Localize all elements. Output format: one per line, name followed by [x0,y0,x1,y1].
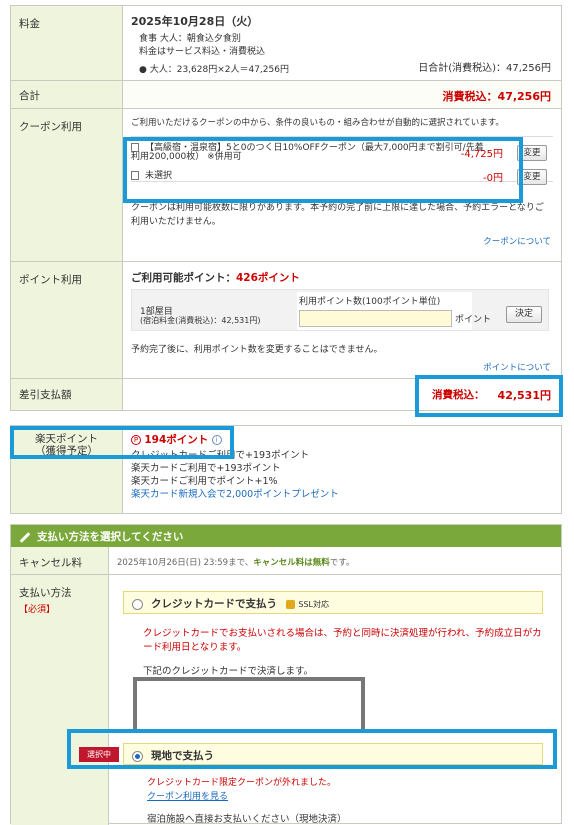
required-mark: 【必須】 [19,605,56,615]
rakuten-line-3: 楽天カードご利用でポイント+1% [131,476,278,487]
credit-note: クレジットカードでお支払いされる場合は、予約と同時に決済処理が行われ、予約成立日… [143,628,542,653]
highlight-coupon [123,137,523,203]
points-box: 1部屋目 (宿泊料金(消費税込)：42,531円) 利用ポイント数(100ポイン… [131,289,549,331]
fee-label: 料金 [11,6,123,80]
local-note: クレジットカード限定クーポンが外れました。 [147,778,337,788]
points-about-link[interactable]: ポイントについて [483,361,551,373]
decide-button[interactable]: 決定 [506,306,542,323]
points-note: 予約完了後に、利用ポイント数を変更することはできません。 [131,345,383,355]
net-label: 差引支払額 [11,379,123,410]
credit-label: クレジットカードで支払う [151,598,277,610]
points-available-value: 426ポイント [236,272,300,284]
ssl-label: SSL対応 [298,600,329,609]
points-row: ポイント利用 ご利用可能ポイント：426ポイント 1部屋目 (宿泊料金(消費税込… [11,262,561,379]
payment-section: 支払い方法を選択してください キャンセル料 2025年10月26日(日) 23:… [10,524,562,825]
points-available-label: ご利用可能ポイント： [131,272,236,284]
coupon-about-link[interactable]: クーポンについて [483,235,551,247]
cancel-row: キャンセル料 2025年10月26日(日) 23:59まで、キャンセル料は無料で… [11,547,561,575]
rakuten-card-link[interactable]: 楽天カード新規入会で2,000ポイントプレゼント [131,488,553,502]
room-price: (宿泊料金(消費税込)：42,531円) [140,316,261,325]
points-label: ポイント利用 [11,262,123,378]
local-desc: 宿泊施設へ直接お支払いください（現地決済） [147,814,347,825]
daily-total: 日合計(消費税込)：47,256円 [418,63,551,74]
card-box [133,677,365,733]
payment-header: 支払い方法を選択してください [11,525,561,547]
lock-icon [286,599,296,609]
highlight-local [67,729,557,769]
total-row: 合計 消費税込：47,256円 [11,81,561,109]
highlight-net [415,375,563,417]
tax-note: 料金はサービス料込・消費税込 [139,47,266,57]
price-table: 料金 2025年10月28日（火） 食事 大人：朝食込夕食別 料金はサービス料込… [10,5,562,411]
coupon-note: クーポンは利用可能枚数に限りがあります。本予約の完了前に上限に達した場合、予約エ… [131,203,544,227]
rakuten-line-2: 楽天カードご利用で+193ポイント [131,463,281,474]
coupon-see-link[interactable]: クーポン利用を見る [147,789,228,802]
pen-icon [19,531,31,543]
points-input[interactable] [299,310,452,327]
points-unit: ポイント [455,315,492,325]
credit-radio[interactable] [132,598,143,610]
total-label: 合計 [11,81,123,108]
adult-calc: 大人：23,628円×2人＝47,256円 [149,65,289,75]
credit-below: 下記のクレジットカードで決済します。 [143,666,314,677]
stay-date: 2025年10月28日（火） [131,15,259,28]
cancel-date: 2025年10月26日(日) 23:59まで、 [117,558,254,568]
cancel-tail: です。 [329,558,355,568]
meal-info: 食事 大人：朝食込夕食別 [139,34,241,44]
coupon-label: クーポン利用 [11,109,123,261]
method-row: 支払い方法 【必須】 クレジットカードで支払う SSL対応 クレジットカードでお… [11,575,561,825]
points-input-label: 利用ポイント数(100ポイント単位) [299,297,441,307]
cancel-free: キャンセル料は無料 [253,558,330,568]
fee-row: 料金 2025年10月28日（火） 食事 大人：朝食込夕食別 料金はサービス料込… [11,6,561,81]
method-label: 支払い方法 [19,587,72,599]
coupon-intro: ご利用いただけるクーポンの中から、条件の良いもの・組み合わせが自動的に選択されて… [131,118,504,128]
cancel-label: キャンセル料 [11,547,109,574]
total-value: 消費税込：47,256円 [442,90,551,103]
credit-option[interactable]: クレジットカードで支払う SSL対応 [123,591,543,614]
highlight-rakuten [10,426,234,459]
